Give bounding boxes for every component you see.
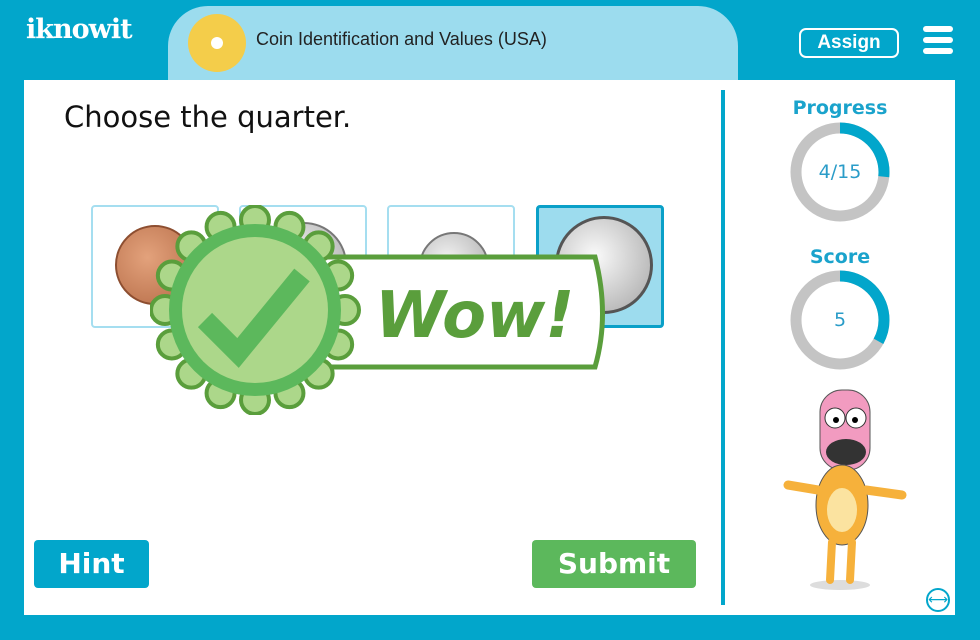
lesson-icon <box>188 14 246 72</box>
lesson-title: Coin Identification and Values (USA) <box>256 29 547 49</box>
expand-icon[interactable]: ⟷ <box>926 588 950 612</box>
logo[interactable]: iknowit <box>26 14 133 45</box>
feedback-text: Wow! <box>375 279 574 353</box>
progress-label: Progress <box>792 97 888 119</box>
monster-mascot-icon <box>783 389 907 590</box>
feedback-overlay: Wow! <box>150 205 605 415</box>
divider <box>721 90 725 605</box>
score-label: Score <box>809 246 871 268</box>
score-text: 5 <box>833 309 847 331</box>
submit-button[interactable]: Submit <box>532 540 696 588</box>
progress-text: 4/15 <box>818 161 862 183</box>
badge-fill <box>182 237 328 383</box>
hamburger-menu-icon[interactable] <box>923 26 953 59</box>
assign-button[interactable]: Assign <box>799 28 899 58</box>
hint-button[interactable]: Hint <box>34 540 149 588</box>
question-text: Choose the quarter. <box>64 100 352 134</box>
